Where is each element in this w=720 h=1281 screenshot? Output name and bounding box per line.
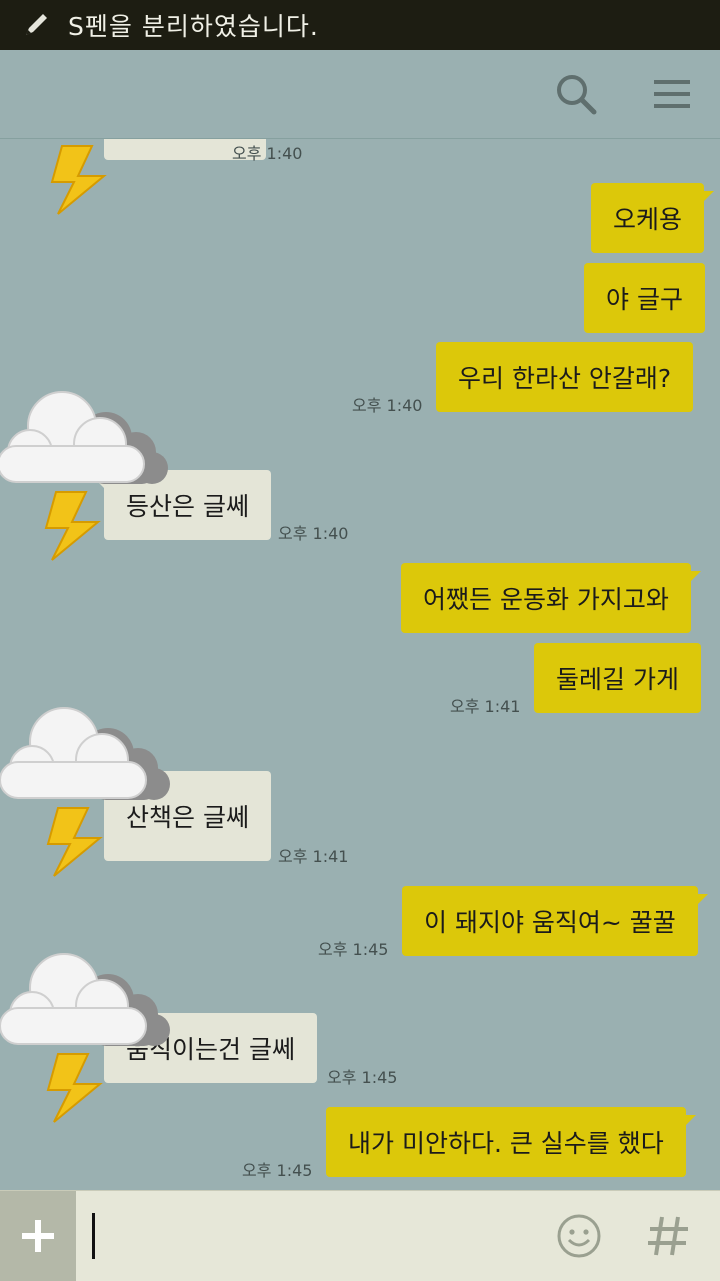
chat-area[interactable]: 오후 1:40 오케용 야 글구 우리 한라산 안갈래? 오후 1:40 등산은… (0, 0, 720, 1190)
message-bubble-sent[interactable]: 내가 미안하다. 큰 실수를 했다 (326, 1107, 696, 1177)
message-input[interactable] (76, 1191, 536, 1281)
message-text: 야 글구 (606, 285, 683, 314)
message-text: 어쨌든 운동화 가지고와 (423, 585, 669, 614)
message-bubble-sent[interactable]: 둘레길 가게 (534, 643, 701, 713)
message-time: 오후 1:45 (327, 1068, 398, 1087)
plus-icon (22, 1220, 54, 1252)
hash-icon[interactable] (644, 1211, 692, 1261)
message-time: 오후 1:45 (242, 1161, 313, 1180)
text-cursor (92, 1213, 95, 1259)
message-time: 오후 1:40 (352, 396, 423, 415)
message-bubble-sent[interactable]: 어쨌든 운동화 가지고와 (401, 563, 701, 633)
message-text: 둘레길 가게 (556, 665, 679, 694)
message-bubble-sent[interactable]: 우리 한라산 안갈래? (436, 342, 694, 412)
message-time: 오후 1:41 (450, 697, 521, 716)
message-bubble-received[interactable]: 움직이는건 글쎄 (94, 1013, 317, 1083)
message-text: 이 돼지야 움직여~ 꿀꿀 (424, 908, 676, 937)
attach-button[interactable] (0, 1191, 76, 1281)
message-bubble-sent[interactable]: 오케용 (591, 183, 715, 253)
pen-icon (26, 14, 47, 35)
message-bubble-received[interactable]: 등산은 글쎄 (94, 470, 271, 540)
menu-icon[interactable] (650, 72, 694, 116)
chat-header (0, 50, 720, 139)
message-text: 산책은 글쎄 (126, 803, 249, 832)
message-time: 오후 1:40 (232, 144, 303, 163)
message-text: 내가 미안하다. 큰 실수를 했다 (348, 1129, 664, 1158)
emoji-icon[interactable] (556, 1213, 602, 1259)
message-bubble-sent[interactable]: 이 돼지야 움직여~ 꿀꿀 (402, 886, 708, 956)
message-text: 등산은 글쎄 (126, 492, 249, 521)
input-bar (0, 1190, 720, 1281)
message-bubble-sent[interactable]: 야 글구 (584, 263, 705, 333)
message-text: 우리 한라산 안갈래? (458, 364, 672, 393)
message-text: 오케용 (613, 205, 683, 234)
status-message: S펜을 분리하였습니다. (68, 12, 319, 41)
search-icon[interactable] (554, 72, 598, 116)
message-bubble-received[interactable]: 산책은 글쎄 (94, 771, 271, 861)
status-bar: S펜을 분리하였습니다. (0, 0, 720, 50)
message-time: 오후 1:41 (278, 847, 349, 866)
message-text: 움직이는건 글쎄 (126, 1035, 295, 1064)
message-time: 오후 1:45 (318, 940, 389, 959)
message-time: 오후 1:40 (278, 524, 349, 543)
